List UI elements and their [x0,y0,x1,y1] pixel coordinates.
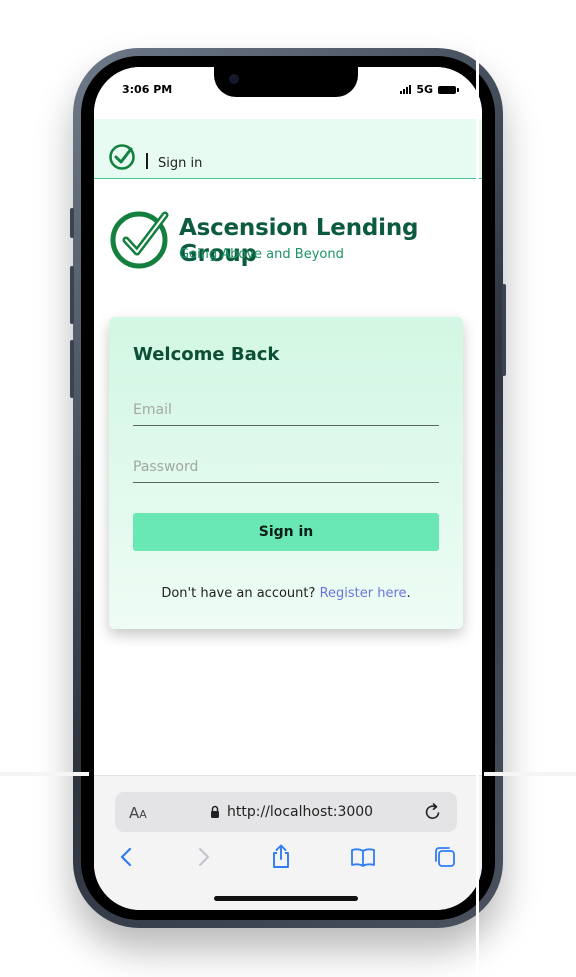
text-size-button[interactable]: AA [129,804,147,822]
forward-icon[interactable] [190,844,216,870]
status-time: 3:06 PM [122,83,173,96]
tabs-icon[interactable] [432,844,458,870]
url-text[interactable]: http://localhost:3000 [227,804,373,820]
browser-toolbar [94,844,482,874]
header-title: Sign in [158,156,203,171]
network-label: 5G [416,83,433,96]
browser-bottom-bar: AA http://localhost:3000 [94,775,482,910]
back-icon[interactable] [114,844,140,870]
address-bar[interactable]: AA http://localhost:3000 [115,792,457,832]
password-input[interactable] [133,454,439,480]
checkmark-logo-icon[interactable] [108,143,136,171]
bookmarks-icon[interactable] [350,844,376,870]
text-size-small: A [139,808,147,821]
text-size-large: A [129,804,140,822]
register-prompt: Don't have an account? Register here. [109,586,463,601]
camera-icon [229,74,239,84]
guide-line-left [0,772,89,776]
lock-icon [211,805,219,818]
register-link[interactable]: Register here [320,586,407,601]
reload-icon[interactable] [423,802,443,822]
email-input[interactable] [133,397,439,423]
volume-down-button [70,340,74,398]
guide-line-vertical [476,40,479,977]
login-card: Welcome Back Sign in Don't have an accou… [109,317,463,629]
mute-switch [70,208,74,238]
app-header: Sign in [94,119,482,179]
signal-icon [400,85,412,94]
power-button [502,284,506,376]
header-divider [146,153,148,169]
share-icon[interactable] [268,844,294,870]
home-indicator [214,896,358,901]
password-field-wrapper [133,454,439,483]
volume-up-button [70,266,74,324]
battery-icon [438,85,459,94]
phone-screen: 3:06 PM 5G Sign in Ascension Lending Gro… [94,67,482,910]
email-field-wrapper [133,397,439,426]
register-suffix: . [406,586,411,601]
phone-frame: 3:06 PM 5G Sign in Ascension Lending Gro… [70,48,506,928]
login-card-title: Welcome Back [133,344,280,365]
notch [214,67,358,97]
register-prompt-text: Don't have an account? [161,586,316,601]
status-indicators: 5G [400,83,459,96]
brand-logo-icon [110,211,169,269]
brand-tagline: Going Above and Beyond [179,247,344,262]
guide-line-right [484,772,576,776]
sign-in-button[interactable]: Sign in [133,513,439,551]
